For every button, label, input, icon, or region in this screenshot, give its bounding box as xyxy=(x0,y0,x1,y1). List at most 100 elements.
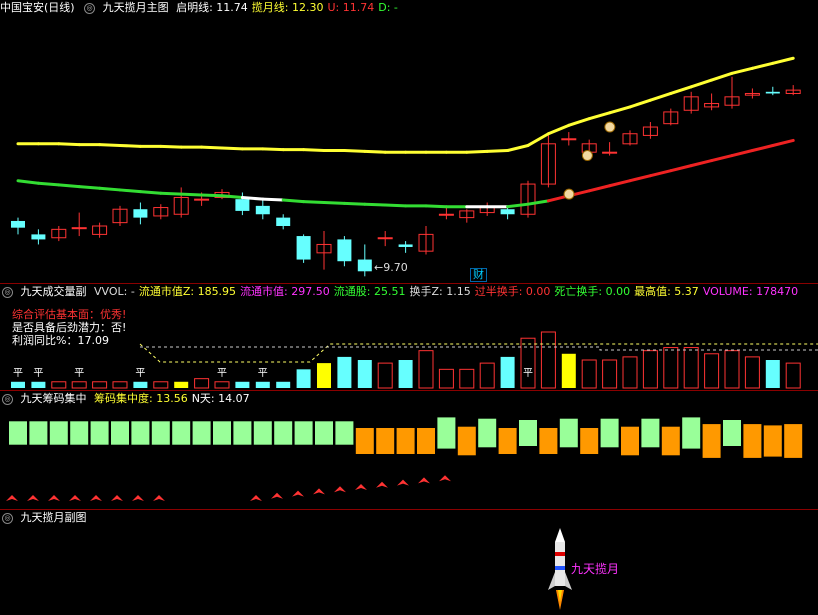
chip-bar xyxy=(641,418,660,448)
volume-bar xyxy=(581,359,597,389)
chip-bar xyxy=(417,428,435,454)
chip-bar xyxy=(559,418,578,448)
chip-bar xyxy=(600,418,619,448)
volume-bar xyxy=(683,347,699,389)
chip-bar xyxy=(437,417,456,449)
ribbon-marker-icon xyxy=(153,495,165,501)
qiming-line-segment xyxy=(159,144,183,149)
ping-marker: 平 xyxy=(13,368,23,379)
volume-bar xyxy=(296,369,311,388)
volume-bar xyxy=(112,381,128,389)
rocket-label: 九天揽月 xyxy=(571,562,620,576)
chip-bar xyxy=(49,421,68,445)
chip-bar xyxy=(70,421,89,445)
volume-bar xyxy=(377,362,393,389)
qiming-line-segment xyxy=(465,149,489,154)
volume-bar xyxy=(92,381,108,389)
candlestick-chart[interactable] xyxy=(0,0,818,283)
qiming-line-segment xyxy=(648,91,673,102)
chip-bar xyxy=(784,424,803,458)
chip-bar xyxy=(90,421,109,445)
candle-body xyxy=(11,220,25,228)
qiming-line-segment xyxy=(363,149,387,154)
money-bag-icon xyxy=(604,121,616,133)
chip-bar xyxy=(192,421,211,445)
volume-chart[interactable]: 平平平平平平平 xyxy=(0,284,818,390)
chip-bar xyxy=(315,421,333,445)
volume-panel: ◎ 九天成交量副 VVOL: - 流通市值Z: 185.95 流通市值: 297.5… xyxy=(0,284,818,390)
ribbon-marker-icon xyxy=(271,492,283,499)
lanyue-line-segment xyxy=(261,197,285,202)
chip-bar xyxy=(213,421,231,445)
qiming-line-segment xyxy=(200,145,224,150)
low-price-label: ←9.70 xyxy=(374,261,408,274)
ribbon-marker-icon xyxy=(111,495,123,501)
chip-bar xyxy=(29,421,48,445)
volume-bar xyxy=(785,362,801,389)
lanyue-line-segment xyxy=(342,201,367,206)
chip-bar xyxy=(131,421,150,445)
lanyue-line-segment xyxy=(506,202,530,209)
volume-bar xyxy=(11,381,25,388)
candle-body xyxy=(438,213,454,216)
qiming-line-segment xyxy=(342,149,367,153)
volume-bar xyxy=(174,381,189,388)
candle-body xyxy=(398,244,413,247)
cai-label[interactable]: 财 xyxy=(470,268,487,282)
candle-body xyxy=(296,236,311,260)
lanyue-line-segment xyxy=(424,204,448,209)
ping-marker: 平 xyxy=(135,368,145,379)
chip-bar xyxy=(151,421,170,445)
ribbon-marker-icon xyxy=(355,484,367,490)
chip-bar xyxy=(111,421,129,445)
money-bag-icon xyxy=(581,150,593,162)
candle-body xyxy=(337,239,352,262)
volume-bar xyxy=(153,381,169,389)
qiming-line-segment xyxy=(628,98,652,109)
volume-bar xyxy=(765,360,780,388)
lanyue-line-segment xyxy=(648,169,673,178)
chip-bar xyxy=(376,428,395,454)
ribbon-marker-icon xyxy=(90,495,102,501)
chip-panel: ◎ 九天筹码集中 筹码集中度: 13.56 N天: 14.07 xyxy=(0,391,818,509)
chip-bar xyxy=(253,421,272,445)
ribbon-marker-icon xyxy=(418,477,430,484)
chip-bar xyxy=(621,426,639,456)
volume-bar xyxy=(133,381,148,388)
qiming-line-segment xyxy=(506,143,530,153)
chip-bar xyxy=(355,428,374,454)
lanyue-line-segment xyxy=(118,188,142,194)
chip-chart[interactable] xyxy=(0,391,818,509)
ping-marker: 平 xyxy=(258,368,268,379)
lanyue-line-segment xyxy=(179,192,204,197)
qiming-line-segment xyxy=(118,143,142,148)
main-panel: 中国宝安(日线) ◎ 九天揽月主图 启明线: 11.74 揽月线: 12.30 U:… xyxy=(0,0,818,283)
lanyue-line-segment xyxy=(57,183,81,189)
volume-bar xyxy=(235,381,250,388)
qiming-line-segment xyxy=(771,56,795,65)
volume-bar xyxy=(418,350,434,389)
lanyue-line-segment xyxy=(587,184,612,193)
volume-bar xyxy=(194,378,210,389)
qiming-line-segment xyxy=(302,148,326,153)
chip-bar xyxy=(9,421,27,445)
moon-panel: ◎ 九天揽月副图 九天揽月 xyxy=(0,510,818,615)
low-price-value: 9.70 xyxy=(383,261,408,274)
volume-bar xyxy=(255,381,270,388)
lanyue-line-segment xyxy=(138,190,163,195)
candle-body xyxy=(377,237,393,240)
chip-bar xyxy=(396,428,415,454)
qiming-line-segment xyxy=(261,147,285,152)
volume-bar xyxy=(724,350,740,389)
ribbon-marker-icon xyxy=(376,481,388,488)
candle-body xyxy=(276,217,291,226)
lanyue-line-segment xyxy=(36,181,61,187)
chip-bar xyxy=(661,426,680,456)
lanyue-line-segment xyxy=(220,194,244,199)
lanyue-line-segment xyxy=(200,193,224,198)
ribbon-marker-icon xyxy=(69,495,81,501)
candle-body xyxy=(561,138,577,141)
volume-bar xyxy=(500,356,515,388)
lanyue-line-segment xyxy=(608,179,632,188)
chip-bar xyxy=(682,417,701,449)
